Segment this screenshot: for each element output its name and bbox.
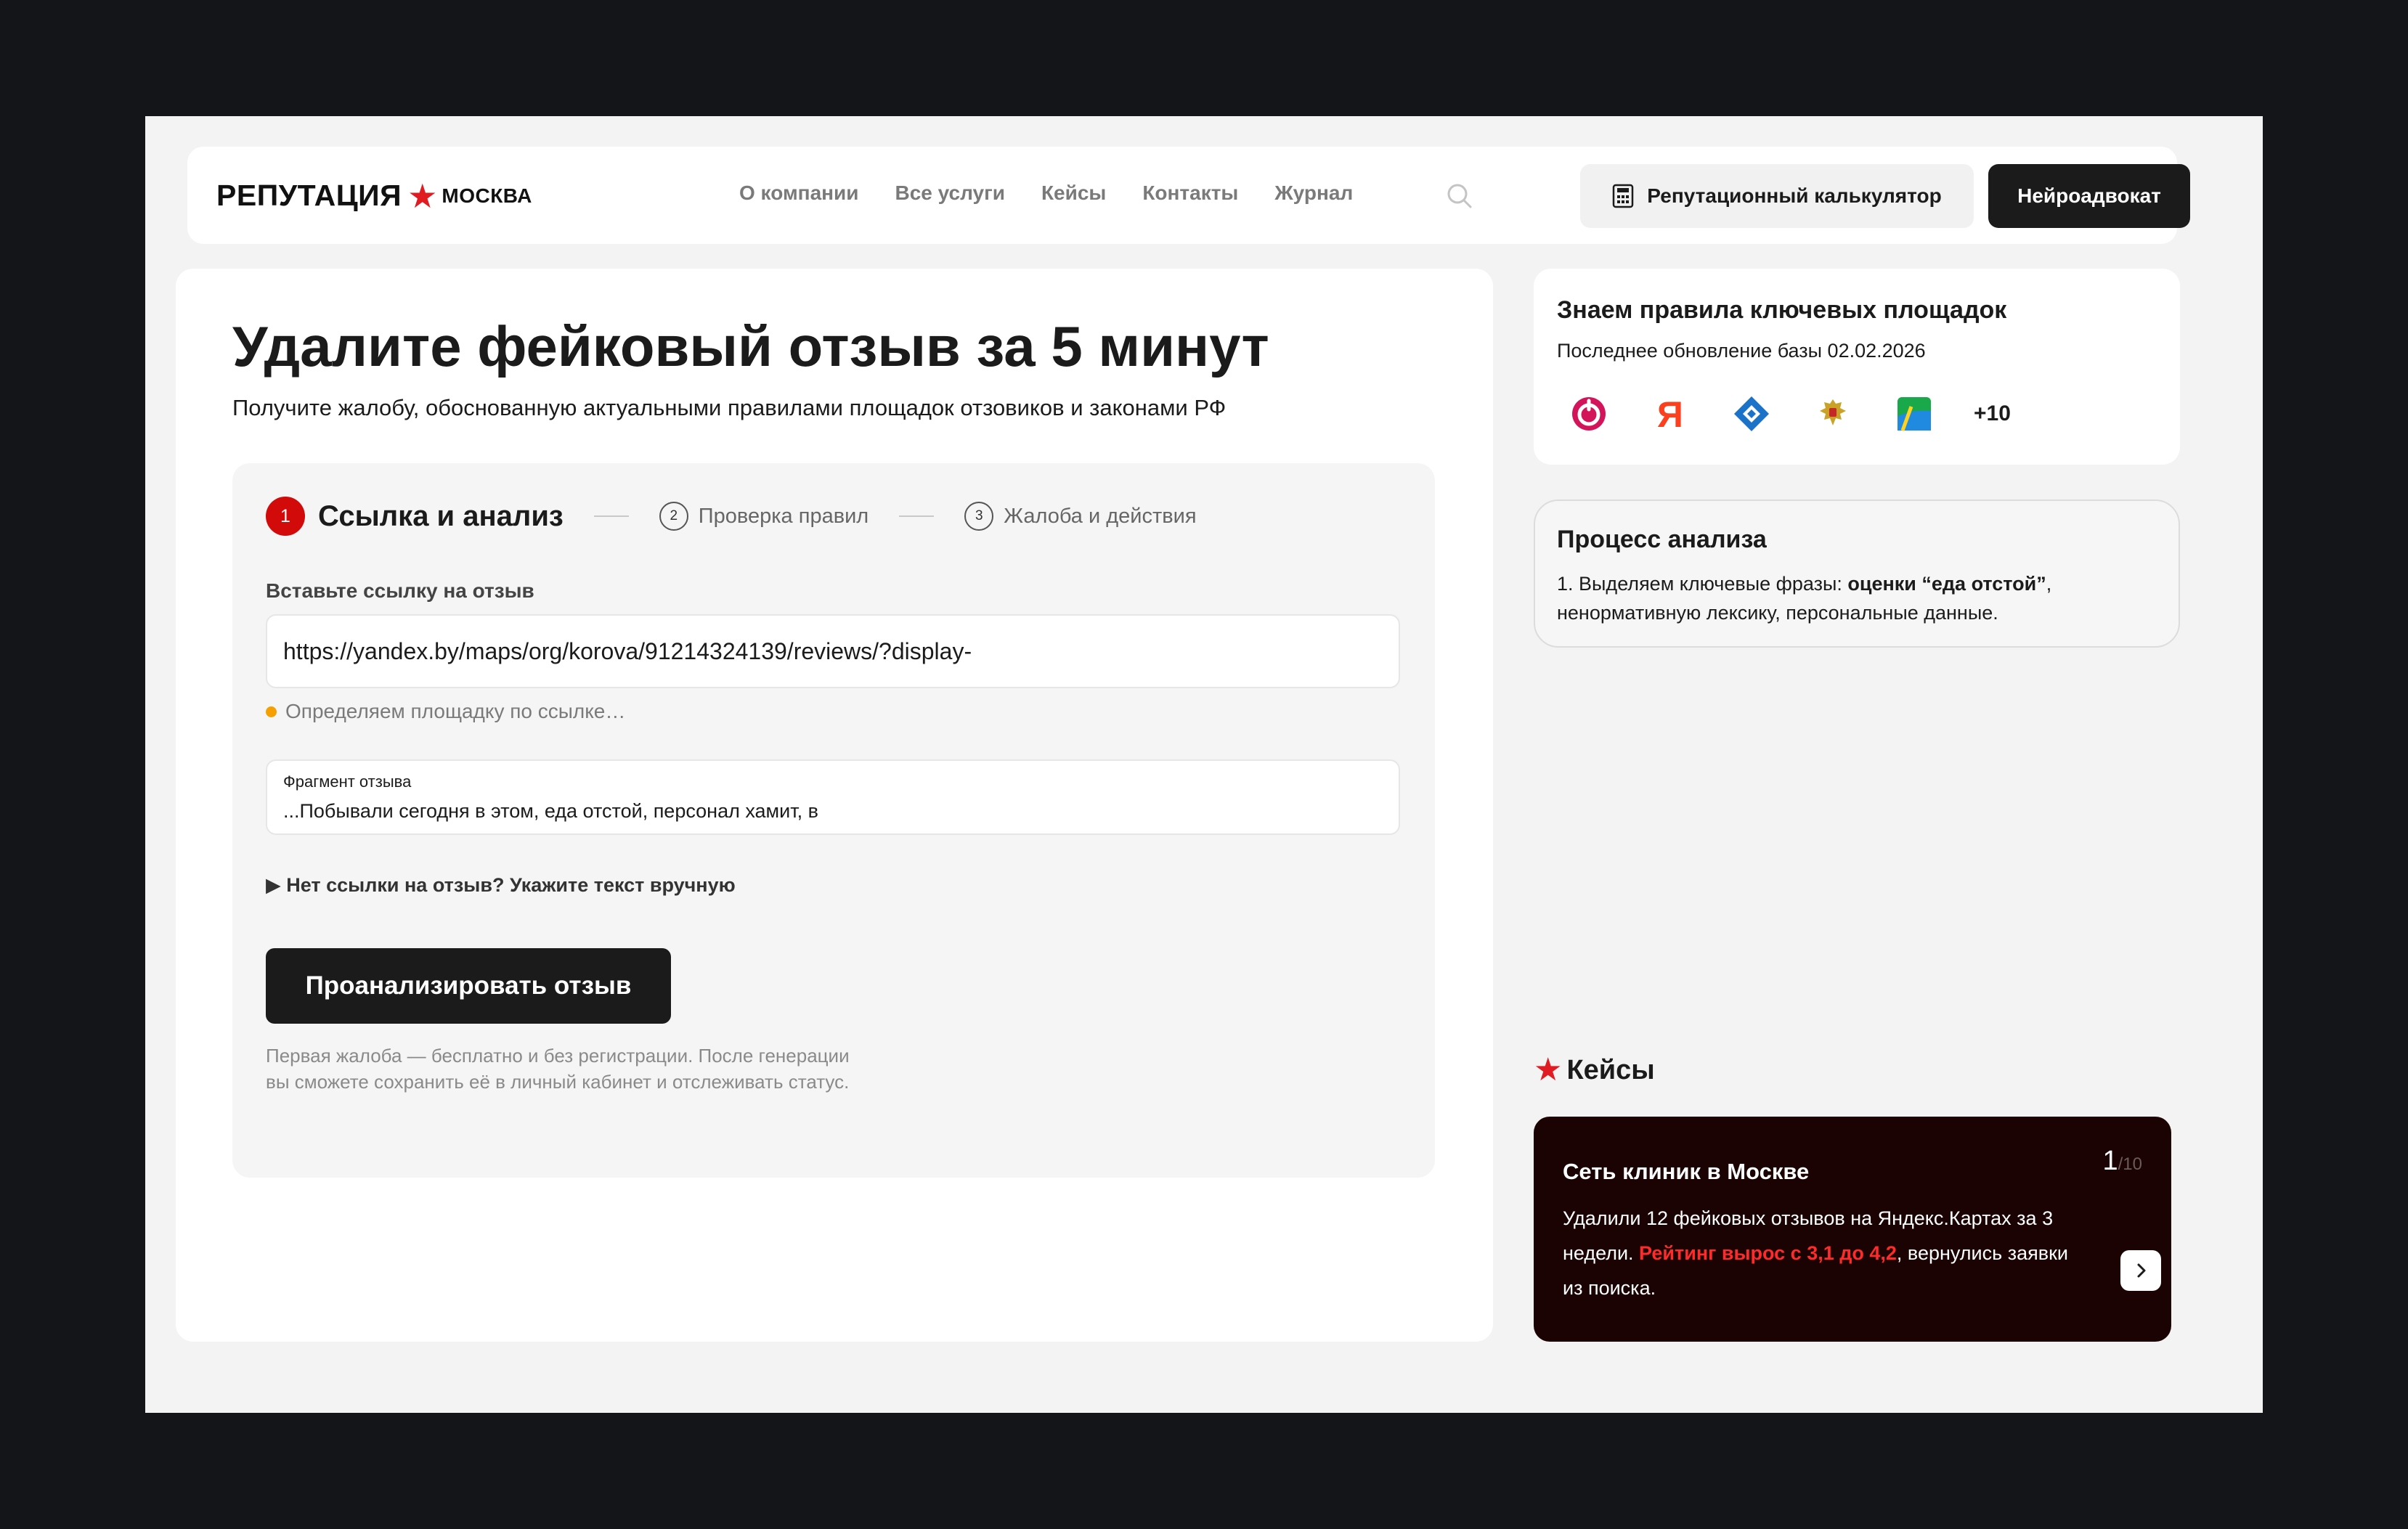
reputation-calculator-button[interactable]: Репутационный калькулятор [1580,164,1974,228]
otzovik-icon [1567,392,1611,436]
case-text: Удалили 12 фейковых отзывов на Яндекс.Ка… [1563,1201,2086,1305]
review-form-panel: 1 Ссылка и анализ 2 Проверка правил 3 Жа… [232,463,1435,1178]
footnote-line-1: Первая жалоба — бесплатно и без регистра… [266,1045,850,1067]
cases-heading: ★ Кейсы [1534,1054,1655,1086]
main-nav: О компании Все услуги Кейсы Контакты Жур… [739,182,1389,205]
manual-text-toggle[interactable]: ▶ Нет ссылки на отзыв? Укажите текст вру… [266,874,736,897]
status-dot [266,706,277,717]
page-frame: РЕПУТАЦИЯ ★ МОСКВА О компании Все услуги… [145,116,2263,1413]
step-3-label: Жалоба и действия [1004,504,1197,528]
step-2-number: 2 [659,502,688,531]
fragment-text: ...Побывали сегодня в этом, еда отстой, … [283,800,818,822]
stepper: 1 Ссылка и анализ 2 Проверка правил 3 Жа… [266,497,1197,536]
site-header: РЕПУТАЦИЯ ★ МОСКВА О компании Все услуги… [187,147,2190,244]
platform-detect-status: Определяем площадку по ссылке… [266,700,625,723]
review-fragment-field[interactable]: Фрагмент отзыва ...Побывали сегодня в эт… [266,759,1400,835]
step-divider [593,515,629,517]
neuro-advocate-button[interactable]: Нейроадвокат [1988,164,2190,228]
page-subtitle: Получите жалобу, обоснованную актуальным… [232,395,1227,420]
case-text-highlight: Рейтинг вырос с 3,1 до 4,2 [1639,1242,1897,1264]
page-title: Удалите фейковый отзыв за 5 минут [232,314,1269,378]
case-counter-current: 1 [2102,1146,2118,1176]
step-1-number: 1 [266,497,305,536]
step-divider [899,515,935,517]
cases-title: Кейсы [1566,1054,1655,1085]
case-card: Сеть клиник в Москве 1/10 Удалили 12 фей… [1534,1117,2171,1342]
rules-title: Знаем правила ключевых площадок [1557,296,2007,324]
case-counter-total: /10 [2118,1154,2142,1174]
main-card: Удалите фейковый отзыв за 5 минут Получи… [176,269,1493,1342]
step-3-number: 3 [964,502,994,531]
calculator-button-label: Репутационный калькулятор [1647,184,1942,207]
process-text: 1. Выделяем ключевые фразы: оценки “еда … [1557,569,2152,627]
next-case-button[interactable] [2120,1250,2161,1291]
logo[interactable]: РЕПУТАЦИЯ ★ МОСКВА [216,179,532,213]
step-2-label: Проверка правил [698,504,869,528]
process-text-prefix: 1. Выделяем ключевые фразы: [1557,573,1848,595]
form-footnote: Первая жалоба — бесплатно и без регистра… [266,1043,963,1095]
review-url-input[interactable] [266,614,1400,688]
footnote-line-2: вы сможете сохранить её в личный кабинет… [266,1071,850,1093]
roskomnadzor-icon [1730,392,1773,436]
nav-item-cases[interactable]: Кейсы [1041,182,1106,205]
more-platforms-count: +10 [1974,401,2011,425]
logo-main-text: РЕПУТАЦИЯ [216,179,402,212]
analyze-review-button[interactable]: Проанализировать отзыв [266,948,671,1024]
platform-icons-row: Я +10 [1567,392,2011,436]
rules-update-date: Последнее обновление базы 02.02.2026 [1557,340,1926,362]
url-field-label: Вставьте ссылку на отзыв [266,579,534,602]
calculator-icon [1613,184,1634,208]
nav-item-journal[interactable]: Журнал [1274,182,1353,205]
step-1-label: Ссылка и анализ [318,500,564,532]
platform-rules-card: Знаем правила ключевых площадок Последне… [1534,269,2180,465]
search-icon[interactable] [1445,182,1474,211]
chevron-right-icon [2137,1263,2146,1278]
yandex-icon: Я [1648,392,1692,436]
star-icon: ★ [407,176,438,215]
svg-text:Я: Я [1657,395,1683,433]
case-counter: 1/10 [2102,1146,2142,1177]
process-text-bold: оценки “еда отстой” [1847,573,2046,595]
star-icon: ★ [1534,1052,1563,1088]
analysis-process-card: Процесс анализа 1. Выделяем ключевые фра… [1534,500,2180,648]
status-text: Определяем площадку по ссылке… [285,700,626,722]
case-title: Сеть клиник в Москве [1563,1159,1810,1184]
process-title: Процесс анализа [1557,526,1767,553]
emblem-icon [1811,392,1855,436]
nav-item-about[interactable]: О компании [739,182,858,205]
fragment-label: Фрагмент отзыва [283,772,412,791]
nav-item-contacts[interactable]: Контакты [1142,182,1238,205]
logo-city-text: МОСКВА [442,184,532,207]
nav-item-services[interactable]: Все услуги [895,182,1004,205]
2gis-icon [1892,392,1936,436]
